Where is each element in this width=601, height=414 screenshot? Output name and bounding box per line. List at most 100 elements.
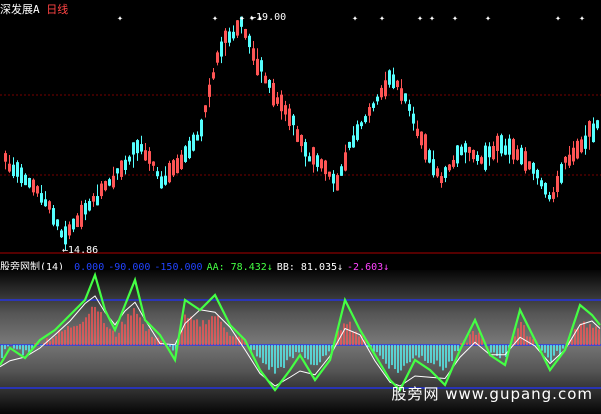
watermark: 股旁网 www.gupang.com xyxy=(391,385,593,403)
candle-body xyxy=(172,160,175,176)
candle-body xyxy=(284,105,287,115)
candle xyxy=(524,147,527,174)
candle-body xyxy=(356,124,359,140)
candle-body xyxy=(156,171,159,177)
candle xyxy=(256,48,259,76)
signal-marker-icon: ✦ xyxy=(212,13,218,24)
candle-body xyxy=(512,139,515,160)
candle xyxy=(328,171,331,180)
candle xyxy=(324,159,327,181)
candle xyxy=(340,164,343,176)
candle-body xyxy=(152,161,155,166)
candle xyxy=(460,144,463,156)
candle-body xyxy=(316,155,319,167)
candle xyxy=(300,134,303,153)
candle-body xyxy=(56,219,59,227)
candle xyxy=(288,103,291,131)
candle xyxy=(84,199,87,221)
candle xyxy=(392,67,395,90)
candle-body xyxy=(252,48,255,61)
candle-body xyxy=(360,122,363,127)
candle xyxy=(388,69,391,88)
candle-body xyxy=(100,183,103,197)
candle xyxy=(264,72,267,84)
candle xyxy=(580,136,583,154)
candle xyxy=(260,57,263,83)
candle xyxy=(508,134,511,164)
period-label: 日线 xyxy=(46,3,69,16)
candle xyxy=(168,160,171,184)
bb-line xyxy=(0,295,601,387)
candle xyxy=(20,163,23,187)
candle xyxy=(424,133,427,163)
candlestick-chart[interactable]: ✦ ✦ ✦ ✦ ✦ ✦ ✦ ✦ ✦ ✦ ✦ ✦ ✦ xyxy=(0,0,601,254)
candle xyxy=(488,142,491,166)
high-price-label: ←19.00 xyxy=(250,12,287,23)
candle xyxy=(172,158,175,178)
candle xyxy=(336,173,339,191)
candle-body xyxy=(288,108,291,126)
candle-body xyxy=(440,176,443,184)
candle-body xyxy=(568,154,571,166)
candle xyxy=(100,180,103,200)
candle xyxy=(72,218,75,233)
candle-body xyxy=(476,154,479,161)
candle-body xyxy=(524,151,527,171)
indicator-panel[interactable]: 股旁网 www.gupang.com xyxy=(0,270,601,414)
candle-body xyxy=(276,97,279,104)
candle-body xyxy=(244,28,247,38)
candle-body xyxy=(88,201,91,211)
candle-body xyxy=(368,107,371,116)
candle-body xyxy=(336,175,339,191)
candle xyxy=(244,28,247,40)
candle-body xyxy=(128,156,131,162)
candle-body xyxy=(556,176,559,192)
candle xyxy=(192,132,195,152)
candle xyxy=(484,142,487,172)
candle xyxy=(296,125,299,143)
candle-body xyxy=(352,135,355,148)
candle-body xyxy=(396,80,399,88)
candle-body xyxy=(432,159,435,176)
candle xyxy=(588,120,591,150)
signal-marker-icon: ✦ xyxy=(352,13,358,24)
candle-body xyxy=(564,156,567,163)
candle xyxy=(196,131,199,141)
candle xyxy=(188,136,191,160)
candle-body xyxy=(228,31,231,43)
candle-body xyxy=(136,140,139,154)
price-chart-panel[interactable]: ✦ ✦ ✦ ✦ ✦ ✦ ✦ ✦ ✦ ✦ ✦ ✦ ✦ xyxy=(0,0,601,254)
candle-body xyxy=(324,160,327,175)
candle xyxy=(184,145,187,163)
candle-body xyxy=(496,135,499,151)
candle-body xyxy=(412,113,415,124)
signal-marker-icon: ✦ xyxy=(452,13,458,24)
candle-body xyxy=(108,179,111,186)
candle xyxy=(104,180,107,192)
candle xyxy=(404,93,407,104)
candle-body xyxy=(340,166,343,176)
candle-body xyxy=(184,146,187,162)
candle xyxy=(528,161,531,171)
candle-body xyxy=(204,105,207,113)
candle-body xyxy=(132,142,135,155)
candle-body xyxy=(504,145,507,155)
candle-body xyxy=(200,119,203,137)
candle xyxy=(52,205,55,227)
candle xyxy=(8,154,11,173)
candle-body xyxy=(248,35,251,48)
candle xyxy=(120,160,123,180)
candle-body xyxy=(96,196,99,206)
candle xyxy=(252,40,255,66)
candle xyxy=(420,131,423,149)
candle xyxy=(500,133,503,157)
candle-body xyxy=(500,135,503,154)
candle-body xyxy=(40,193,43,203)
candle-body xyxy=(264,75,267,84)
candle xyxy=(212,67,215,81)
signal-marker-icon: ✦ xyxy=(417,13,423,24)
candle xyxy=(576,138,579,160)
low-price-label: ←14.86 xyxy=(62,245,99,256)
candle xyxy=(596,119,599,131)
candle xyxy=(140,135,143,155)
